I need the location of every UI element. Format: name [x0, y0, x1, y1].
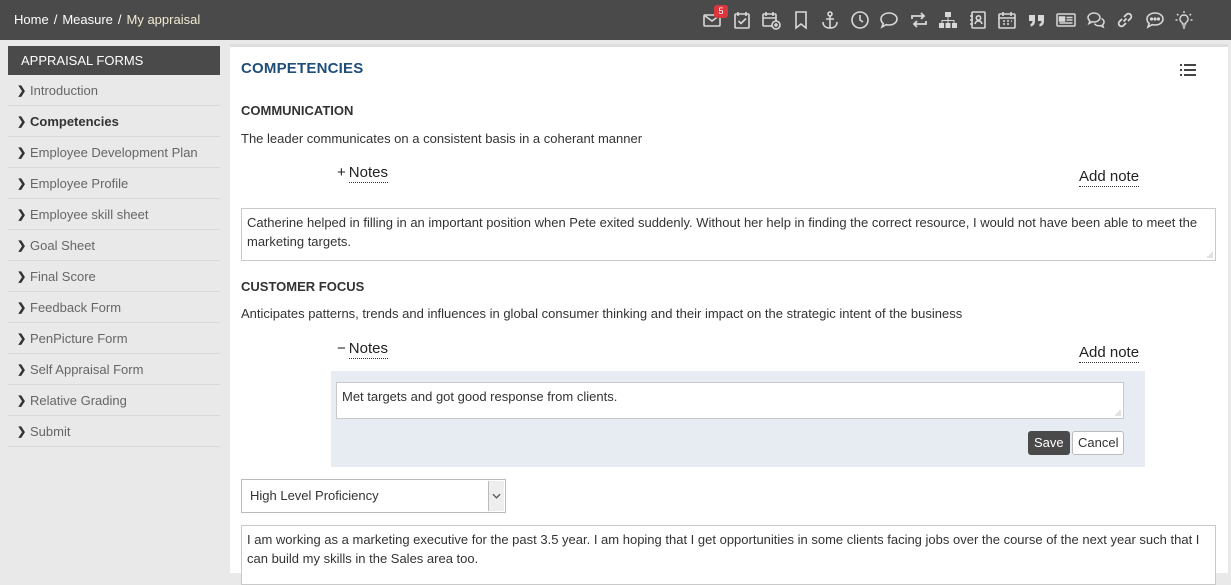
proficiency-select[interactable]: High Level Proficiency	[241, 479, 506, 513]
customer-focus-comment-text: I am working as a marketing executive fo…	[247, 532, 1200, 566]
chevron-right-icon: ❯	[17, 301, 27, 314]
breadcrumb-measure[interactable]: Measure	[62, 12, 113, 27]
sidebar-item-feedback-form[interactable]: ❯ Feedback Form	[8, 292, 220, 323]
sidebar-item-competencies[interactable]: ❯ Competencies	[8, 106, 220, 137]
sidebar-item-label: Introduction	[30, 82, 98, 98]
breadcrumb-separator: /	[53, 12, 58, 27]
save-button[interactable]: Save	[1028, 431, 1070, 455]
notes-label: Notes	[348, 164, 388, 183]
sidebar-header: APPRAISAL FORMS	[8, 46, 220, 75]
notes-panel: Met targets and got good response from c…	[331, 371, 1145, 467]
breadcrumb-current: My appraisal	[126, 12, 201, 27]
org-chart-icon[interactable]	[937, 9, 959, 31]
breadcrumb-separator: /	[117, 12, 122, 27]
chevron-right-icon: ❯	[17, 363, 27, 376]
calendar-icon[interactable]	[996, 9, 1018, 31]
sidebar: APPRAISAL FORMS ❯ Introduction ❯ Competenc…	[0, 40, 230, 570]
chevron-right-icon: ❯	[17, 425, 27, 438]
sidebar-item-label: Employee Development Plan	[30, 144, 198, 160]
cancel-button[interactable]: Cancel	[1072, 431, 1125, 455]
list-menu-icon[interactable]	[1180, 63, 1196, 77]
chevron-right-icon: ❯	[17, 84, 27, 97]
sidebar-item-label: Feedback Form	[30, 299, 122, 315]
sidebar-item-label: Goal Sheet	[30, 237, 96, 253]
task-check-icon[interactable]	[731, 9, 753, 31]
plus-icon: +	[337, 164, 346, 181]
quote-icon[interactable]	[1026, 9, 1048, 31]
sidebar-item-penpicture-form[interactable]: ❯ PenPicture Form	[8, 323, 220, 354]
proficiency-selected-value: High Level Proficiency	[250, 488, 379, 503]
sidebar-item-self-appraisal-form[interactable]: ❯ Self Appraisal Form	[8, 354, 220, 385]
bookmark-icon[interactable]	[790, 9, 812, 31]
sidebar-item-final-score[interactable]: ❯ Final Score	[8, 261, 220, 292]
customer-focus-title: CUSTOMER FOCUS	[241, 279, 365, 294]
chat-bubble-icon[interactable]	[878, 9, 900, 31]
repeat-icon[interactable]	[908, 9, 930, 31]
sidebar-header-label: APPRAISAL FORMS	[21, 53, 144, 68]
sidebar-item-label: Relative Grading	[30, 392, 127, 408]
page-title: COMPETENCIES	[241, 60, 364, 77]
sidebar-item-relative-grading[interactable]: ❯ Relative Grading	[8, 385, 220, 416]
sidebar-item-label: Self Appraisal Form	[30, 361, 144, 377]
sidebar-item-label: Employee Profile	[30, 175, 129, 191]
mail-icon[interactable]: 5	[701, 5, 728, 31]
communication-title: COMMUNICATION	[241, 103, 354, 118]
note-text: Met targets and got good response from c…	[342, 389, 618, 404]
anchor-icon[interactable]	[819, 9, 841, 31]
toolbar: 5	[694, 5, 1196, 35]
sidebar-item-goal-sheet[interactable]: ❯ Goal Sheet	[8, 230, 220, 261]
breadcrumb: Home / Measure / My appraisal	[14, 12, 200, 27]
sidebar-item-label: Employee skill sheet	[30, 206, 149, 222]
chevron-right-icon: ❯	[17, 239, 27, 252]
customer-focus-comment-textarea[interactable]: I am working as a marketing executive fo…	[241, 525, 1216, 585]
chevron-right-icon: ❯	[17, 394, 27, 407]
minus-icon: −	[337, 340, 346, 357]
chevron-right-icon: ❯	[17, 332, 27, 345]
top-bar: Home / Measure / My appraisal 5	[0, 0, 1231, 40]
breadcrumb-home[interactable]: Home	[14, 12, 49, 27]
newspaper-icon[interactable]	[1055, 9, 1077, 31]
communication-notes-toggle[interactable]: + Notes	[337, 164, 388, 183]
communication-comment-textarea[interactable]: Catherine helped in filling in an import…	[241, 208, 1216, 261]
clock-icon[interactable]	[849, 9, 871, 31]
comment-dots-icon[interactable]	[1144, 9, 1166, 31]
lightbulb-icon[interactable]	[1173, 9, 1195, 31]
sidebar-item-employee-profile[interactable]: ❯ Employee Profile	[8, 168, 220, 199]
sidebar-item-submit[interactable]: ❯ Submit	[8, 416, 220, 447]
chevron-right-icon: ❯	[17, 115, 27, 128]
sidebar-item-employee-skill-sheet[interactable]: ❯ Employee skill sheet	[8, 199, 220, 230]
communication-description: The leader communicates on a consistent …	[241, 131, 643, 146]
chevron-down-icon[interactable]	[488, 481, 504, 511]
discussion-icon[interactable]	[1085, 9, 1107, 31]
communication-add-note-button[interactable]: Add note	[1079, 168, 1140, 187]
sidebar-item-employee-development-plan[interactable]: ❯ Employee Development Plan	[8, 137, 220, 168]
notes-label: Notes	[348, 340, 388, 359]
sidebar-item-label: Submit	[30, 423, 71, 439]
resize-handle-icon[interactable]	[1114, 409, 1121, 416]
main-panel: COMPETENCIES COMMUNICATION The leader co…	[230, 44, 1228, 585]
communication-comment-text: Catherine helped in filling in an import…	[247, 215, 1198, 249]
sidebar-item-label: Competencies	[30, 113, 119, 129]
contact-card-icon[interactable]	[967, 9, 989, 31]
sidebar-item-label: Final Score	[30, 268, 96, 284]
customer-focus-notes-toggle[interactable]: − Notes	[337, 340, 388, 359]
link-icon[interactable]	[1114, 9, 1136, 31]
chevron-right-icon: ❯	[17, 270, 27, 283]
sidebar-item-introduction[interactable]: ❯ Introduction	[8, 75, 220, 106]
chevron-right-icon: ❯	[17, 177, 27, 190]
note-textarea[interactable]: Met targets and got good response from c…	[336, 382, 1124, 419]
resize-handle-icon[interactable]	[1206, 251, 1213, 258]
mail-badge: 5	[714, 5, 728, 18]
chevron-right-icon: ❯	[17, 146, 27, 159]
calendar-add-icon[interactable]	[760, 9, 782, 31]
sidebar-item-label: PenPicture Form	[30, 330, 128, 346]
customer-focus-add-note-button[interactable]: Add note	[1079, 344, 1140, 363]
chevron-right-icon: ❯	[17, 208, 27, 221]
customer-focus-description: Anticipates patterns, trends and influen…	[241, 306, 963, 321]
sidebar-nav: ❯ Introduction ❯ Competencies ❯ Employee De…	[8, 75, 220, 447]
